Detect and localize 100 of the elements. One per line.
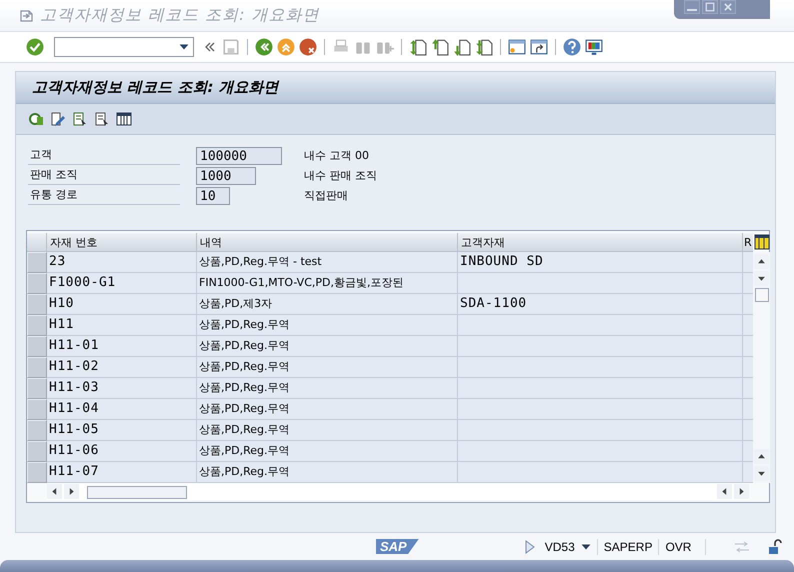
table-cell: 23 [47,252,197,273]
table-cell: 상품,PD,Reg.무역 [197,420,458,441]
edit-icon[interactable] [50,111,66,127]
down-arrow-icon [757,469,766,478]
table-cell [743,357,753,378]
maximize-button[interactable] [702,0,718,14]
checkmark-icon[interactable] [26,38,44,56]
table-cell: 상품,PD,Reg.무역 [197,378,458,399]
row-selector[interactable] [27,252,47,273]
table-cell [743,462,753,483]
page-up-button[interactable] [754,449,769,464]
table-cell [743,336,753,357]
horizontal-scrollbar[interactable] [47,484,749,500]
scroll-left-button[interactable] [47,484,62,498]
up-icon[interactable] [277,38,295,56]
row-selector[interactable] [27,378,47,399]
page-up-icon[interactable] [431,38,449,56]
new-window-icon[interactable] [508,38,526,56]
table-cell [743,441,753,462]
page-down-icon[interactable] [453,38,471,56]
input-field[interactable]: 1000 [196,166,256,184]
table-cell: 상품,PD,Reg.무역 [197,441,458,462]
table-cell: 상품,PD,Reg.무역 [197,357,458,378]
page-down-button[interactable] [754,466,769,481]
window-title: 고객자재정보 레코드 조회: 개요화면 [40,5,320,26]
cancel-icon[interactable] [299,38,317,56]
right-arrow-icon [737,486,746,496]
table-cell [743,378,753,399]
deselect-all-icon[interactable] [94,111,110,127]
table-cell: 상품,PD,Reg.무역 [197,462,458,483]
table-cell: 상품,PD,Reg.무역 [197,399,458,420]
table-cell: FIN1000-G1,MTO-VC,PD,황금빛,포장된 [197,273,458,294]
menu-icon[interactable] [20,10,34,22]
minimize-icon [687,9,697,11]
column-header[interactable]: 내역 [197,233,458,252]
scroll-up-button[interactable] [754,254,769,269]
monitor-icon[interactable] [585,38,603,56]
down-arrow-icon [757,274,766,283]
scroll-down-button[interactable] [754,271,769,286]
row-selector[interactable] [27,336,47,357]
page-last-icon[interactable] [475,38,493,56]
shortcut-window-icon[interactable] [530,38,548,56]
scroll-thumb[interactable] [87,486,187,498]
up-arrow-icon [757,257,766,266]
close-button[interactable] [720,0,736,14]
transaction-code[interactable]: VD53 [538,538,598,554]
input-mode[interactable]: OVR [659,538,706,554]
left-arrow-icon [720,486,729,496]
field-description: 직접판매 [303,188,349,203]
row-selector[interactable] [27,420,47,441]
up-arrow-icon [757,452,766,461]
table-cell: H11-02 [47,357,197,378]
table-cell: H11-01 [47,336,197,357]
scroll-right-button[interactable] [64,484,79,498]
panel-title: 고객자재정보 레코드 조회: 개요화면 [32,78,279,97]
input-field[interactable]: 10 [196,186,230,204]
table-cell: H11-05 [47,420,197,441]
dropdown-icon [179,42,189,52]
row-selector[interactable] [27,441,47,462]
row-selector[interactable] [27,357,47,378]
minimize-button[interactable] [684,0,700,14]
table-cell: H11 [47,315,197,336]
left-arrow-icon [50,486,59,496]
table-cell: INBOUND SD [458,252,743,273]
table-cell: H11-06 [47,441,197,462]
input-field[interactable]: 100000 [196,146,282,164]
table-cell: H11-07 [47,462,197,483]
row-selector[interactable] [27,315,47,336]
page-up-down-icon[interactable] [409,38,427,56]
scroll-left-button[interactable] [717,484,732,498]
columns-icon[interactable] [116,111,132,127]
table-cell: 상품,PD,제3자 [197,294,458,315]
row-selector[interactable] [27,294,47,315]
field-label: 고객 [28,146,180,165]
column-header[interactable]: 자재 번호 [47,233,197,252]
select-all-icon[interactable] [72,111,88,127]
scroll-right-button[interactable] [734,484,749,498]
row-selector[interactable] [27,273,47,294]
vertical-scrollbar[interactable] [753,252,770,483]
table-cell [743,252,753,273]
dropdown-icon [580,542,591,552]
column-header[interactable]: R [743,233,753,252]
table-cell: H11-03 [47,378,197,399]
lock-icon[interactable] [768,538,782,554]
row-selector[interactable] [27,399,47,420]
column-header[interactable]: 고객자재 [458,233,743,252]
scroll-thumb[interactable] [754,288,768,302]
logo: SAP [376,539,419,554]
close-icon [723,2,733,12]
layout-settings-icon[interactable] [754,234,770,250]
select-all-cell[interactable] [27,233,47,252]
table-cell [743,420,753,441]
command-field[interactable] [54,37,194,57]
back-icon[interactable] [255,38,273,56]
help-icon[interactable] [563,38,581,56]
connection-icon [734,540,750,552]
table-cell [743,273,753,294]
system-name: SAPERP [598,538,660,554]
play-icon[interactable] [524,540,535,554]
table-cell: H11-04 [47,399,197,420]
